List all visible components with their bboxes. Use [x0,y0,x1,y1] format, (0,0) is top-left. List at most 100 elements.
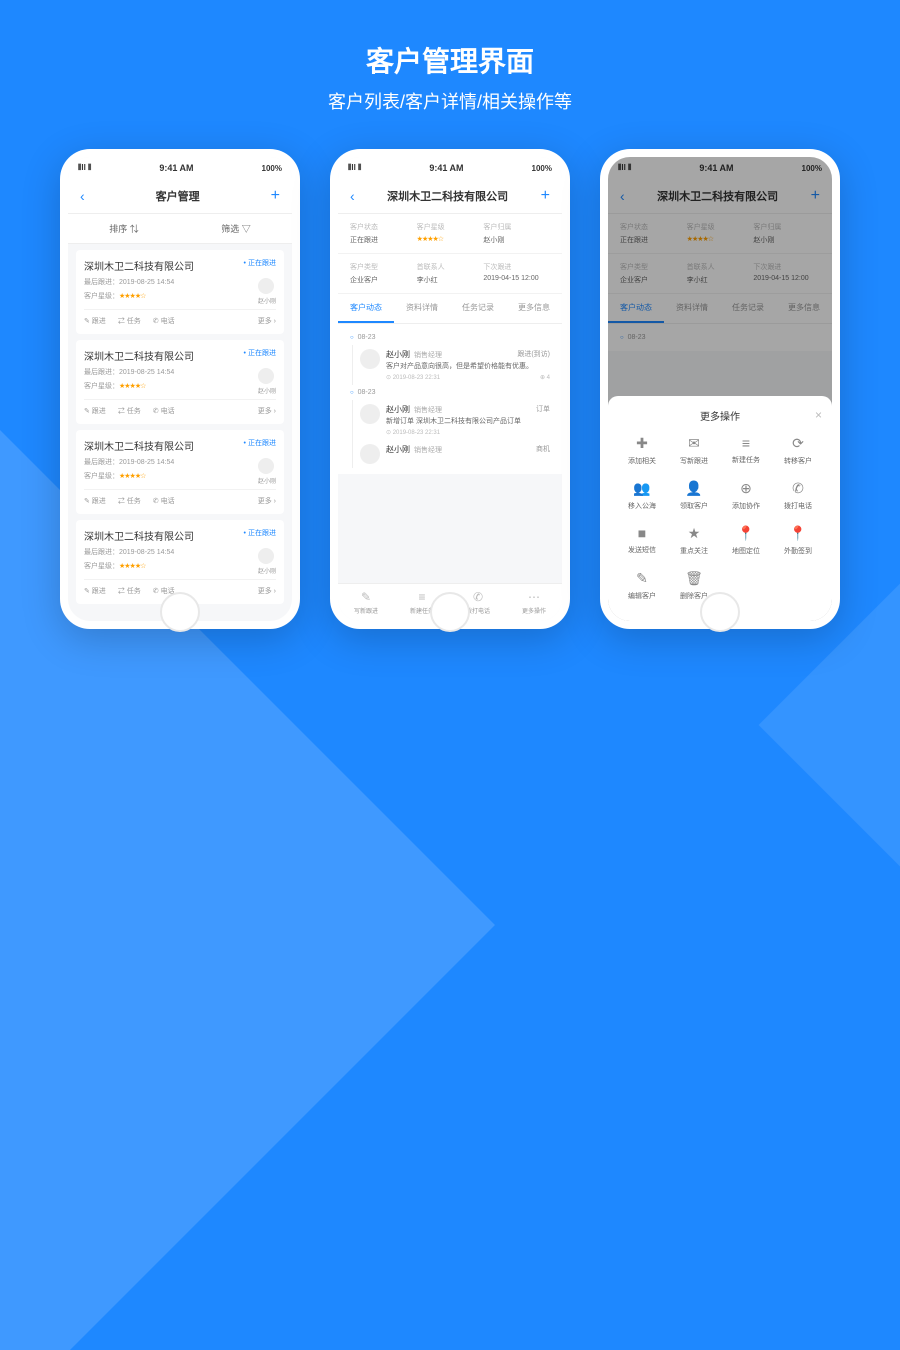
sheet-action-12[interactable]: ✎编辑客户 [618,570,666,601]
battery-icon: 100% [532,164,552,173]
add-icon[interactable]: + [541,187,550,205]
tl-time: ⊙ 2019-08-23 22:31⊕ 4 [386,374,550,381]
sheet-action-10[interactable]: 📍地图定位 [722,525,770,556]
home-button[interactable] [700,592,740,632]
sheet-action-1[interactable]: ✉写新跟进 [670,435,718,466]
last-follow: 最后跟进：2019-08-25 14:54 [84,367,276,377]
phone-list: ⫴ll ⫴ 9:41 AM 100% ‹ 客户管理 + 排序 ⇅ 筛选 ▽ 深圳… [60,149,300,629]
customer-card[interactable]: 深圳木卫二科技有限公司 正在跟进 最后跟进：2019-08-25 14:54 客… [76,250,284,334]
bottom-action-0[interactable]: ✎写新跟进 [338,590,394,615]
star-rating: 客户星级：★★★★☆ [84,291,276,301]
status-badge: 正在跟进 [244,528,276,538]
more-action[interactable]: 更多 › [258,496,276,506]
navbar: ‹ 客户管理 + [68,179,292,214]
tab-2[interactable]: 任务记录 [450,294,506,323]
status-badge: 正在跟进 [244,438,276,448]
navbar: ‹ 深圳木卫二科技有限公司 + [338,179,562,214]
filterbar: 排序 ⇅ 筛选 ▽ [68,214,292,244]
nav-title: 深圳木卫二科技有限公司 [387,188,508,204]
customer-card[interactable]: 深圳木卫二科技有限公司 正在跟进 最后跟进：2019-08-25 14:54 客… [76,430,284,514]
timeline-date: 08-23 [338,385,562,400]
follow-action[interactable]: ✎ 跟进 [84,316,106,326]
star-rating: 客户星级：★★★★☆ [84,471,276,481]
follow-action[interactable]: ✎ 跟进 [84,586,106,596]
phone-actionsheet: ⫴ll ⫴ 9:41 AM 100% ‹ 深圳木卫二科技有限公司 + 客户状态正… [600,149,840,629]
tl-author: 赵小刚 [386,445,410,454]
last-follow: 最后跟进：2019-08-25 14:54 [84,277,276,287]
avatar-icon [360,349,380,369]
sheet-action-6[interactable]: ⊕添加协作 [722,480,770,511]
action-sheet: 更多操作 × ✚添加相关✉写新跟进≡新建任务⟳转移客户 👥移入公海👤领取客户⊕添加… [608,396,832,621]
last-follow: 最后跟进：2019-08-25 14:54 [84,457,276,467]
tl-time: ⊙ 2019-08-23 22:31 [386,429,550,436]
tl-author: 赵小刚 [386,405,410,414]
sort-button[interactable]: 排序 ⇅ [68,214,180,243]
info-row: 客户状态正在跟进 客户星级★★★★☆ 客户归属赵小刚 [338,214,562,254]
star-rating: 客户星级：★★★★☆ [84,381,276,391]
home-button[interactable] [430,592,470,632]
tab-3[interactable]: 更多信息 [506,294,562,323]
timeline-item[interactable]: 赵小刚销售经理跟进(到访) 客户对产品意向很高，但是希望价格能有优惠。 ⊙ 20… [338,345,562,385]
add-icon[interactable]: + [271,187,280,205]
sheet-action-9[interactable]: ★重点关注 [670,525,718,556]
nav-title: 客户管理 [156,188,200,204]
timeline-item[interactable]: 赵小刚销售经理订单 新增订单 深圳木卫二科技有限公司产品订单 ⊙ 2019-08… [338,400,562,440]
statusbar: ⫴ll ⫴ 9:41 AM 100% [338,157,562,179]
sheet-action-4[interactable]: 👥移入公海 [618,480,666,511]
battery-icon: 100% [262,164,282,173]
home-button[interactable] [160,592,200,632]
filter-button[interactable]: 筛选 ▽ [180,214,292,243]
signal-icon: ⫴ll ⫴ [78,163,91,173]
tl-author: 赵小刚 [386,350,410,359]
sheet-action-8[interactable]: ■发送短信 [618,525,666,556]
call-action[interactable]: ✆ 电话 [153,316,175,326]
timeline-item[interactable]: 赵小刚销售经理商机 [338,440,562,468]
follow-action[interactable]: ✎ 跟进 [84,406,106,416]
more-action[interactable]: 更多 › [258,406,276,416]
tabbar: 客户动态资料详情任务记录更多信息 [338,294,562,324]
sheet-title: 更多操作 [700,412,740,423]
owner-avatar: 赵小刚 [258,458,276,485]
more-action[interactable]: 更多 › [258,316,276,326]
last-follow: 最后跟进：2019-08-25 14:54 [84,547,276,557]
sheet-action-5[interactable]: 👤领取客户 [670,480,718,511]
page-header: 客户管理界面 客户列表/客户详情/相关操作等 [0,0,900,114]
statusbar: ⫴ll ⫴ 9:41 AM 100% [68,157,292,179]
call-action[interactable]: ✆ 电话 [153,406,175,416]
bottom-action-3[interactable]: ⋯更多操作 [506,590,562,615]
tab-0[interactable]: 客户动态 [338,294,394,323]
task-action[interactable]: ⇄ 任务 [118,496,141,506]
star-rating: 客户星级：★★★★☆ [84,561,276,571]
info-row: 客户类型企业客户 首联系人李小红 下次跟进2019-04-15 12:00 [338,254,562,294]
avatar-icon [360,444,380,464]
sheet-action-11[interactable]: 📍外勤签到 [774,525,822,556]
page-subtitle: 客户列表/客户详情/相关操作等 [0,88,900,114]
avatar-icon [360,404,380,424]
sheet-action-3[interactable]: ⟳转移客户 [774,435,822,466]
customer-card[interactable]: 深圳木卫二科技有限公司 正在跟进 最后跟进：2019-08-25 14:54 客… [76,340,284,424]
tl-tag: 订单 [536,404,550,414]
timeline-date: 08-23 [338,330,562,345]
task-action[interactable]: ⇄ 任务 [118,586,141,596]
status-time: 9:41 AM [429,163,463,173]
tl-tag: 商机 [536,444,550,454]
call-action[interactable]: ✆ 电话 [153,496,175,506]
task-action[interactable]: ⇄ 任务 [118,316,141,326]
status-time: 9:41 AM [159,163,193,173]
back-icon[interactable]: ‹ [80,188,85,204]
status-badge: 正在跟进 [244,348,276,358]
close-icon[interactable]: × [815,408,822,422]
owner-avatar: 赵小刚 [258,278,276,305]
tab-1[interactable]: 资料详情 [394,294,450,323]
sheet-action-7[interactable]: ✆拨打电话 [774,480,822,511]
sheet-action-2[interactable]: ≡新建任务 [722,435,770,466]
task-action[interactable]: ⇄ 任务 [118,406,141,416]
phone-detail: ⫴ll ⫴ 9:41 AM 100% ‹ 深圳木卫二科技有限公司 + 客户状态正… [330,149,570,629]
back-icon[interactable]: ‹ [350,188,355,204]
follow-action[interactable]: ✎ 跟进 [84,496,106,506]
more-action[interactable]: 更多 › [258,586,276,596]
sheet-action-0[interactable]: ✚添加相关 [618,435,666,466]
owner-avatar: 赵小刚 [258,548,276,575]
tl-desc: 新增订单 深圳木卫二科技有限公司产品订单 [386,417,550,427]
page-title: 客户管理界面 [0,40,900,80]
